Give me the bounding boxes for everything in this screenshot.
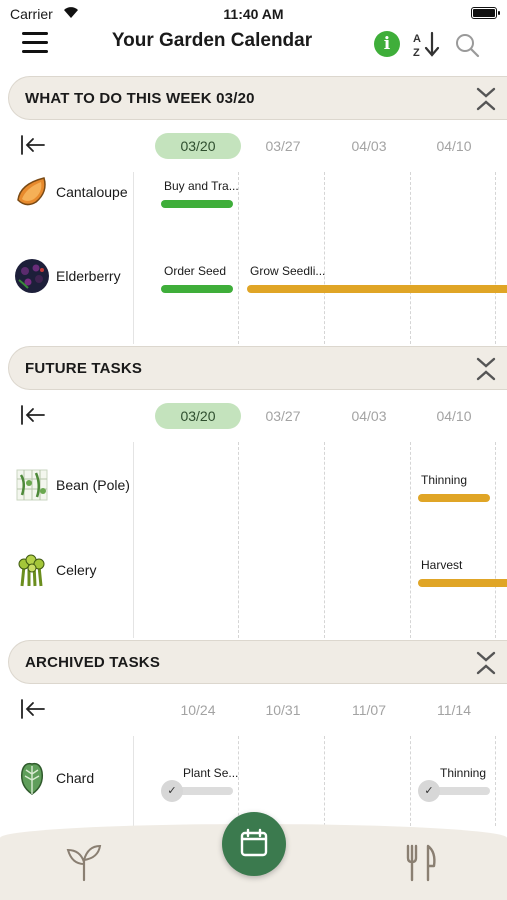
date-chip[interactable]: 11/07 [326, 697, 412, 723]
plant-name: Elderberry [56, 268, 121, 284]
check-icon: ✓ [161, 780, 183, 802]
calendar-fab-button[interactable] [222, 812, 286, 876]
task-bar[interactable] [418, 494, 490, 502]
date-chip-active[interactable]: 03/20 [155, 133, 241, 159]
task-label[interactable]: Grow Seedli... [250, 264, 325, 278]
collapse-chevrons-icon[interactable] [475, 651, 497, 675]
task-label[interactable]: Buy and Tra... [164, 179, 239, 193]
page-title: Your Garden Calendar [111, 30, 313, 51]
task-label[interactable]: Harvest [421, 558, 462, 572]
plant-sprout-icon[interactable] [64, 842, 104, 882]
section-header-future-tasks[interactable]: FUTURE TASKS [8, 346, 507, 390]
date-chip[interactable]: 11/14 [411, 697, 497, 723]
date-chip[interactable]: 10/24 [155, 697, 241, 723]
jump-to-start-icon[interactable] [20, 134, 46, 156]
section-title: WHAT TO DO THIS WEEK 03/20 [25, 90, 255, 107]
app-header: Your Garden Calendar i A Z [0, 24, 507, 68]
section-title: ARCHIVED TASKS [25, 654, 161, 671]
sort-az-icon[interactable]: A Z [412, 30, 442, 58]
date-row: 10/24 10/31 11/07 11/14 [0, 689, 507, 729]
date-chip[interactable]: 03/27 [240, 403, 326, 429]
plant-row-cantaloupe[interactable]: Cantaloupe [0, 172, 133, 212]
battery-icon [471, 7, 500, 19]
task-label[interactable]: Thinning [421, 473, 467, 487]
jump-to-start-icon[interactable] [20, 698, 46, 720]
svg-text:Z: Z [413, 47, 420, 58]
check-icon: ✓ [418, 780, 440, 802]
task-bar[interactable] [247, 285, 507, 293]
section-title: FUTURE TASKS [25, 360, 143, 377]
calendar-icon [240, 828, 268, 857]
date-chip[interactable]: 04/03 [326, 403, 412, 429]
collapse-chevrons-icon[interactable] [475, 87, 497, 111]
info-icon[interactable]: i [374, 31, 400, 57]
jump-to-start-icon[interactable] [20, 404, 46, 426]
fork-knife-icon[interactable] [404, 844, 438, 882]
celery-image [18, 554, 45, 587]
plant-row-chard[interactable]: Chard [0, 758, 133, 798]
task-bar[interactable] [161, 200, 233, 208]
task-label[interactable]: Order Seed [164, 264, 226, 278]
section-header-archived-tasks[interactable]: ARCHIVED TASKS [8, 640, 507, 684]
date-chip-active[interactable]: 03/20 [155, 403, 241, 429]
collapse-chevrons-icon[interactable] [475, 357, 497, 381]
task-label[interactable]: Thinning [440, 766, 486, 780]
cantaloupe-image [17, 177, 46, 206]
date-chip[interactable]: 03/27 [240, 133, 326, 159]
elderberry-image [15, 259, 49, 293]
plant-name: Celery [56, 562, 97, 578]
clock: 11:40 AM [223, 6, 284, 22]
date-row: 03/20 03/27 04/03 04/10 [0, 395, 507, 435]
date-chip[interactable]: 04/10 [411, 133, 497, 159]
task-grid-this-week: Cantaloupe Buy and Tra... Elderberry Ord… [0, 172, 507, 344]
search-icon[interactable] [454, 32, 480, 58]
bean-pole-image [16, 469, 48, 501]
svg-text:A: A [413, 33, 421, 45]
date-chip[interactable]: 04/03 [326, 133, 412, 159]
chard-image [20, 762, 44, 795]
plant-name: Bean (Pole) [56, 477, 130, 493]
plant-row-elderberry[interactable]: Elderberry [0, 256, 133, 296]
task-bar[interactable] [418, 579, 507, 587]
task-label[interactable]: Plant Se... [183, 766, 238, 780]
date-row: 03/20 03/27 04/03 04/10 [0, 125, 507, 165]
plant-name: Chard [56, 770, 95, 786]
date-chip[interactable]: 04/10 [411, 403, 497, 429]
plant-row-celery[interactable]: Celery [0, 550, 133, 590]
date-chip[interactable]: 10/31 [240, 697, 326, 723]
plant-name: Cantaloupe [56, 184, 128, 200]
task-grid-future: Bean (Pole) Thinning Celery Harvest [0, 442, 507, 638]
task-bar[interactable] [161, 285, 233, 293]
plant-row-bean-pole[interactable]: Bean (Pole) [0, 465, 133, 505]
section-header-this-week[interactable]: WHAT TO DO THIS WEEK 03/20 [8, 76, 507, 120]
